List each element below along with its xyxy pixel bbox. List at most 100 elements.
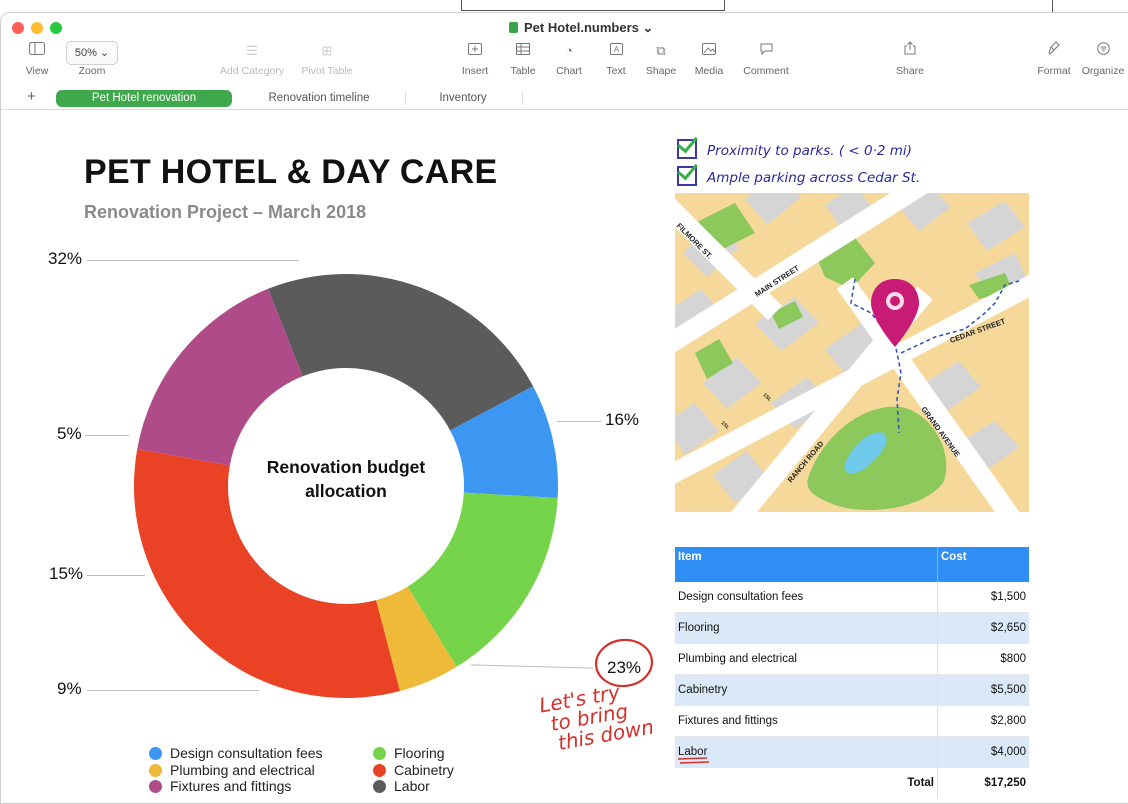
shape-button[interactable]: ⧉ Shape — [643, 41, 679, 77]
tab-divider — [522, 92, 523, 105]
slice-label-plumbing: 5% — [57, 424, 82, 443]
total-value[interactable]: $17,250 — [937, 767, 1029, 798]
media-label: Media — [694, 65, 724, 77]
table-total-row: Total $17,250 — [675, 767, 1029, 799]
tab-divider — [405, 92, 406, 105]
legend-item: Flooring — [373, 745, 445, 761]
donut-slice-fixtures-and-fittings[interactable] — [137, 288, 303, 466]
svg-text:A: A — [613, 45, 619, 54]
legend-swatch — [149, 780, 162, 793]
document-title[interactable]: Pet Hotel.numbers ⌄ — [509, 20, 653, 36]
legend-swatch — [373, 747, 386, 760]
slice-label-fixtures: 16% — [605, 410, 640, 429]
donut-slice-labor[interactable] — [268, 274, 534, 431]
table-cell[interactable]: Design consultation fees — [675, 582, 938, 613]
text-button[interactable]: A Text — [601, 41, 631, 77]
pivot-table-button[interactable]: ⊞ Pivot Table — [297, 41, 357, 77]
zoom-label: Zoom — [78, 65, 106, 77]
text-label: Text — [606, 65, 626, 77]
leader-line — [85, 435, 129, 436]
table-icon — [506, 41, 540, 61]
share-icon — [891, 41, 929, 61]
insert-button[interactable]: Insert — [457, 41, 493, 77]
table-cell[interactable]: Labor — [675, 736, 938, 768]
chart-title-line-1: Renovation budget — [267, 457, 426, 477]
legend-label: Fixtures and fittings — [170, 778, 292, 794]
zoom-control[interactable]: 50% ⌄ Zoom — [65, 41, 119, 77]
organize-button[interactable]: Organize — [1079, 41, 1127, 77]
table-cell[interactable]: Fixtures and fittings — [675, 705, 938, 737]
add-sheet-button[interactable]: + — [27, 88, 36, 105]
insert-label: Insert — [461, 65, 489, 77]
legend-label: Plumbing and electrical — [170, 762, 315, 778]
table-cell[interactable]: $5,500 — [937, 674, 1029, 706]
table-cell[interactable]: Flooring — [675, 612, 938, 644]
zoom-window-button[interactable] — [50, 22, 62, 34]
table-row: Cabinetry $5,500 — [675, 674, 1029, 706]
legend-swatch — [149, 747, 162, 760]
checkbox-checked-icon — [677, 166, 697, 186]
table-cell[interactable]: Plumbing and electrical — [675, 643, 938, 675]
page-title[interactable]: PET HOTEL & DAY CARE — [84, 153, 497, 192]
minimize-window-button[interactable] — [31, 22, 43, 34]
checklist-text: Proximity to parks. ( < 0·2 mi) — [707, 143, 912, 159]
table-cell[interactable]: $4,000 — [937, 736, 1029, 768]
legend-item: Cabinetry — [373, 762, 454, 778]
add-category-button[interactable]: ☰ Add Category — [213, 41, 291, 77]
legend-swatch — [149, 764, 162, 777]
leader-line — [87, 260, 299, 261]
tab-pet-hotel-renovation[interactable]: Pet Hotel renovation — [56, 90, 232, 107]
shape-label: Shape — [645, 65, 677, 77]
view-button[interactable]: View — [23, 41, 51, 77]
column-header-item[interactable]: Item — [675, 547, 938, 582]
share-button[interactable]: Share — [891, 41, 929, 77]
legend-label: Flooring — [394, 745, 445, 761]
paintbrush-icon — [1033, 41, 1075, 61]
media-button[interactable]: Media — [691, 41, 727, 77]
tab-renovation-timeline[interactable]: Renovation timeline — [241, 90, 397, 107]
insert-icon — [457, 41, 493, 61]
legend-label: Design consultation fees — [170, 745, 323, 761]
budget-table[interactable]: Item Cost Design consultation fees $1,500… — [675, 547, 1029, 798]
table-cell[interactable]: $2,650 — [937, 612, 1029, 644]
add-category-label: Add Category — [219, 65, 285, 77]
format-button[interactable]: Format — [1033, 41, 1075, 77]
legend-item: Labor — [373, 778, 430, 794]
table-row: Plumbing and electrical $800 — [675, 643, 1029, 675]
legend-item: Plumbing and electrical — [149, 762, 315, 778]
table-label: Table — [510, 65, 536, 77]
callout-bracket — [461, 0, 725, 11]
comment-button[interactable]: Comment — [739, 41, 793, 77]
close-window-button[interactable] — [12, 22, 24, 34]
column-header-cost[interactable]: Cost — [937, 547, 1029, 582]
donut-chart[interactable]: Renovation budget allocation — [116, 256, 576, 716]
comment-icon — [739, 41, 793, 61]
tab-inventory[interactable]: Inventory — [411, 90, 515, 107]
leader-line — [557, 421, 601, 422]
sheet-tab-bar: + Pet Hotel renovation Renovation timeli… — [1, 87, 1128, 110]
table-button[interactable]: Table — [506, 41, 540, 77]
table-cell[interactable]: $2,800 — [937, 705, 1029, 737]
shape-icon: ⧉ — [656, 43, 666, 58]
page-subtitle[interactable]: Renovation Project – March 2018 — [84, 202, 366, 223]
underline-annotation — [677, 757, 710, 764]
pivot-table-label: Pivot Table — [301, 65, 353, 77]
total-label[interactable]: Total — [675, 768, 938, 799]
legend-swatch — [373, 764, 386, 777]
table-row: Design consultation fees $1,500 — [675, 582, 1029, 613]
comment-label: Comment — [743, 65, 789, 77]
table-row: Labor $4,000 — [675, 736, 1029, 768]
zoom-select[interactable]: 50% ⌄ — [65, 41, 119, 65]
table-cell[interactable]: $800 — [937, 643, 1029, 675]
chart-icon: ◔ — [565, 43, 573, 58]
map-image[interactable]: FILMORE ST. MAIN STREET CEDAR STREET GRA… — [675, 193, 1029, 512]
checklist-item: Proximity to parks. ( < 0·2 mi) — [677, 139, 912, 159]
sidebar-icon — [23, 41, 51, 61]
chart-title-line-2: allocation — [305, 481, 387, 501]
legend-label: Labor — [394, 778, 430, 794]
table-cell[interactable]: $1,500 — [937, 582, 1029, 613]
chart-label: Chart — [556, 65, 582, 77]
chart-button[interactable]: ◔ Chart — [552, 41, 586, 77]
table-cell[interactable]: Cabinetry — [675, 674, 938, 706]
legend-item: Design consultation fees — [149, 745, 323, 761]
